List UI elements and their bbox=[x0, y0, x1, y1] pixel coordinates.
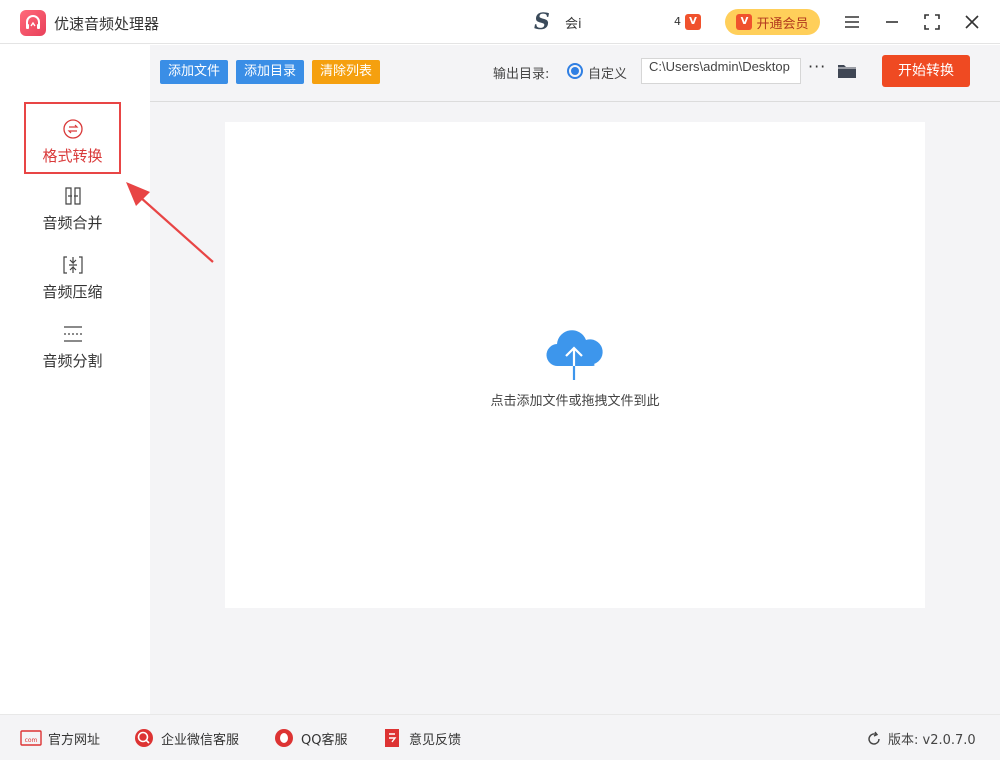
sidebar-item-compress[interactable]: 音频压缩 bbox=[24, 240, 121, 312]
sidebar-item-label: 格式转换 bbox=[42, 147, 103, 165]
hamburger-icon bbox=[845, 16, 859, 28]
footer-link-label: 官方网址 bbox=[48, 732, 101, 748]
website-icon: com bbox=[20, 728, 42, 748]
format-convert-icon bbox=[62, 119, 83, 139]
footer: com 官方网址 企业微信客服 QQ客服 意见反馈 版本: v2.0.7.0 bbox=[0, 714, 1000, 760]
fullscreen-icon bbox=[924, 14, 940, 30]
refresh-icon[interactable] bbox=[866, 731, 882, 747]
version-info: 版本: v2.0.7.0 bbox=[866, 729, 976, 748]
wechat-service-link[interactable]: 企业微信客服 bbox=[133, 728, 239, 748]
add-file-button[interactable]: 添加文件 bbox=[160, 60, 229, 84]
vip-button-label: 开通会员 bbox=[756, 16, 809, 32]
close-icon bbox=[965, 15, 979, 29]
sidebar: 格式转换 音频合并 音频压缩 音频分割 bbox=[0, 45, 150, 714]
footer-link-label: 企业微信客服 bbox=[161, 732, 240, 748]
message-count[interactable]: 4 bbox=[674, 15, 681, 28]
minimize-button[interactable] bbox=[881, 11, 903, 33]
app-title: 优速音频处理器 bbox=[54, 15, 160, 33]
footer-link-label: 意见反馈 bbox=[409, 732, 462, 748]
maximize-button[interactable] bbox=[921, 11, 943, 33]
add-folder-button[interactable]: 添加目录 bbox=[236, 60, 305, 84]
minimize-icon bbox=[886, 21, 898, 23]
vip-badge-icon[interactable]: V bbox=[685, 14, 701, 30]
vip-mark-icon: V bbox=[736, 14, 753, 30]
close-button[interactable] bbox=[961, 11, 983, 33]
drop-hint-text: 点击添加文件或拖拽文件到此 bbox=[490, 394, 660, 409]
main-area: 添加文件 添加目录 清除列表 输出目录: 自定义 C:\Users\admin\… bbox=[150, 45, 1000, 714]
official-site-link[interactable]: com 官方网址 bbox=[20, 728, 100, 748]
user-name[interactable]: 会i bbox=[565, 13, 582, 32]
annotation-arrow-icon bbox=[126, 182, 214, 263]
app-logo-icon bbox=[20, 10, 46, 36]
version-label: 版本: v2.0.7.0 bbox=[888, 733, 976, 748]
qq-icon bbox=[273, 728, 295, 748]
sidebar-item-label: 音频压缩 bbox=[42, 283, 103, 301]
title-bar: 优速音频处理器 S 会i 4 V V 开通会员 bbox=[0, 0, 1000, 44]
folder-icon[interactable] bbox=[837, 62, 857, 79]
start-convert-button[interactable]: 开始转换 bbox=[882, 55, 970, 87]
sidebar-item-label: 音频合并 bbox=[42, 214, 103, 232]
merge-icon bbox=[64, 187, 81, 205]
footer-link-label: QQ客服 bbox=[301, 732, 348, 748]
sidebar-item-format-convert[interactable]: 格式转换 bbox=[24, 102, 121, 174]
sidebar-item-merge[interactable]: 音频合并 bbox=[24, 171, 121, 243]
menu-button[interactable] bbox=[841, 11, 863, 33]
file-drop-zone[interactable]: 点击添加文件或拖拽文件到此 bbox=[225, 122, 925, 608]
feedback-icon bbox=[381, 728, 403, 748]
output-path-field[interactable]: C:\Users\admin\Desktop bbox=[641, 58, 801, 84]
compress-icon bbox=[62, 256, 83, 274]
open-vip-button[interactable]: V 开通会员 bbox=[725, 9, 820, 35]
qq-service-link[interactable]: QQ客服 bbox=[273, 728, 347, 748]
user-avatar[interactable]: S bbox=[528, 10, 556, 34]
output-dir-label: 输出目录: bbox=[493, 67, 550, 82]
sidebar-item-label: 音频分割 bbox=[42, 352, 103, 370]
split-icon bbox=[63, 326, 82, 342]
toolbar: 添加文件 添加目录 清除列表 输出目录: 自定义 C:\Users\admin\… bbox=[150, 45, 1000, 102]
clear-list-button[interactable]: 清除列表 bbox=[312, 60, 381, 84]
svg-text:com: com bbox=[25, 737, 38, 744]
cloud-upload-icon bbox=[546, 330, 603, 380]
more-options-button[interactable]: ··· bbox=[808, 57, 826, 76]
wechat-service-icon bbox=[133, 728, 155, 748]
custom-output-radio[interactable] bbox=[567, 63, 583, 79]
sidebar-item-split[interactable]: 音频分割 bbox=[24, 309, 121, 381]
feedback-link[interactable]: 意见反馈 bbox=[381, 728, 461, 748]
custom-output-label[interactable]: 自定义 bbox=[588, 63, 627, 82]
